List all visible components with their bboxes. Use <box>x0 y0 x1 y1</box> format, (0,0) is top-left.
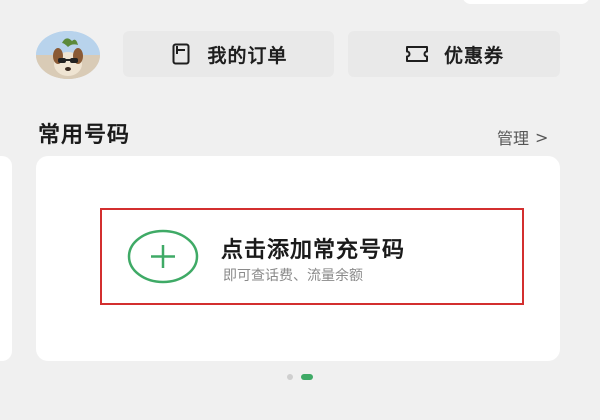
previous-card-edge[interactable] <box>0 156 12 361</box>
avatar[interactable] <box>36 31 100 79</box>
my-orders-label: 我的订单 <box>207 44 288 67</box>
plus-circle-icon[interactable] <box>127 229 199 284</box>
document-icon <box>169 42 193 66</box>
add-number-title: 点击添加常充号码 <box>221 238 406 263</box>
chevron-right-icon: > <box>535 127 549 147</box>
manage-label: 管理 <box>497 129 530 148</box>
ticket-icon <box>404 43 430 65</box>
add-number-subtitle: 即可查话费、流量余额 <box>223 268 363 284</box>
pagination-dot-active[interactable] <box>301 374 313 380</box>
manage-link[interactable]: 管理 > <box>497 125 548 149</box>
pagination-dot[interactable] <box>287 374 293 380</box>
section-title: 常用号码 <box>38 123 131 148</box>
coupons-button[interactable]: 优惠券 <box>348 31 560 77</box>
coupons-label: 优惠券 <box>443 44 504 67</box>
top-search-edge <box>462 0 590 4</box>
my-orders-button[interactable]: 我的订单 <box>123 31 334 77</box>
